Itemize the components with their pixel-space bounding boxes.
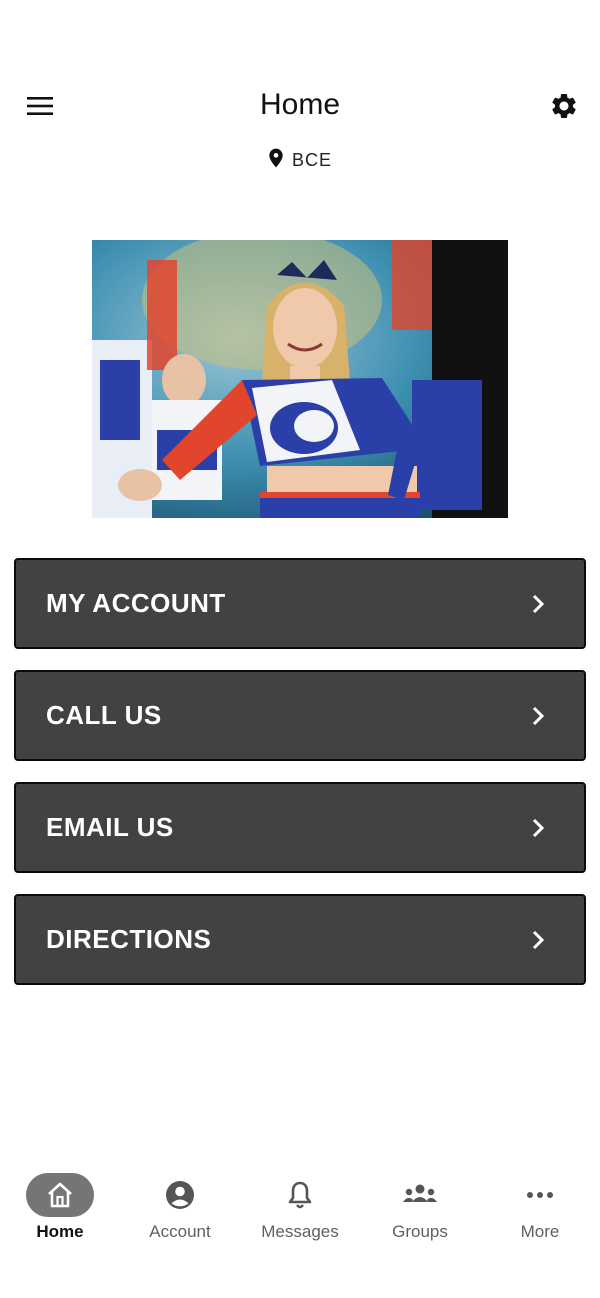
nav-item-groups[interactable]: Groups <box>360 1160 480 1260</box>
more-dots-icon <box>506 1173 574 1217</box>
nav-item-home[interactable]: Home <box>0 1160 120 1260</box>
gear-icon[interactable] <box>546 88 582 124</box>
action-label: DIRECTIONS <box>46 924 212 954</box>
action-list: MY ACCOUNT CALL US EMAIL US DIRECTIONS <box>14 558 586 1006</box>
page-title: Home <box>259 88 341 121</box>
chevron-right-icon <box>528 706 548 726</box>
bottom-navigation: Home Account Messages Groups More <box>0 1160 600 1260</box>
app-header: Home <box>0 70 600 142</box>
action-label: CALL US <box>46 700 162 730</box>
call-us-button[interactable]: CALL US <box>14 670 586 761</box>
nav-item-more[interactable]: More <box>480 1160 600 1260</box>
nav-item-account[interactable]: Account <box>120 1160 240 1260</box>
location-label: BCE <box>291 149 332 170</box>
location-indicator[interactable]: BCE <box>0 146 600 174</box>
nav-label: Messages <box>261 1222 339 1241</box>
nav-label: More <box>520 1222 560 1241</box>
action-label: MY ACCOUNT <box>46 588 226 618</box>
chevron-right-icon <box>528 930 548 950</box>
hero-image <box>92 240 508 518</box>
action-label: EMAIL US <box>46 812 174 842</box>
directions-button[interactable]: DIRECTIONS <box>14 894 586 985</box>
nav-item-messages[interactable]: Messages <box>240 1160 360 1260</box>
groups-icon <box>386 1173 454 1217</box>
bell-icon <box>266 1173 334 1217</box>
nav-label: Home <box>36 1222 84 1241</box>
chevron-right-icon <box>528 594 548 614</box>
account-circle-icon <box>146 1173 214 1217</box>
home-icon <box>26 1173 94 1217</box>
chevron-right-icon <box>528 818 548 838</box>
nav-label: Account <box>149 1222 211 1241</box>
location-pin-icon <box>268 148 284 173</box>
nav-label: Groups <box>392 1222 448 1241</box>
my-account-button[interactable]: MY ACCOUNT <box>14 558 586 649</box>
email-us-button[interactable]: EMAIL US <box>14 782 586 873</box>
